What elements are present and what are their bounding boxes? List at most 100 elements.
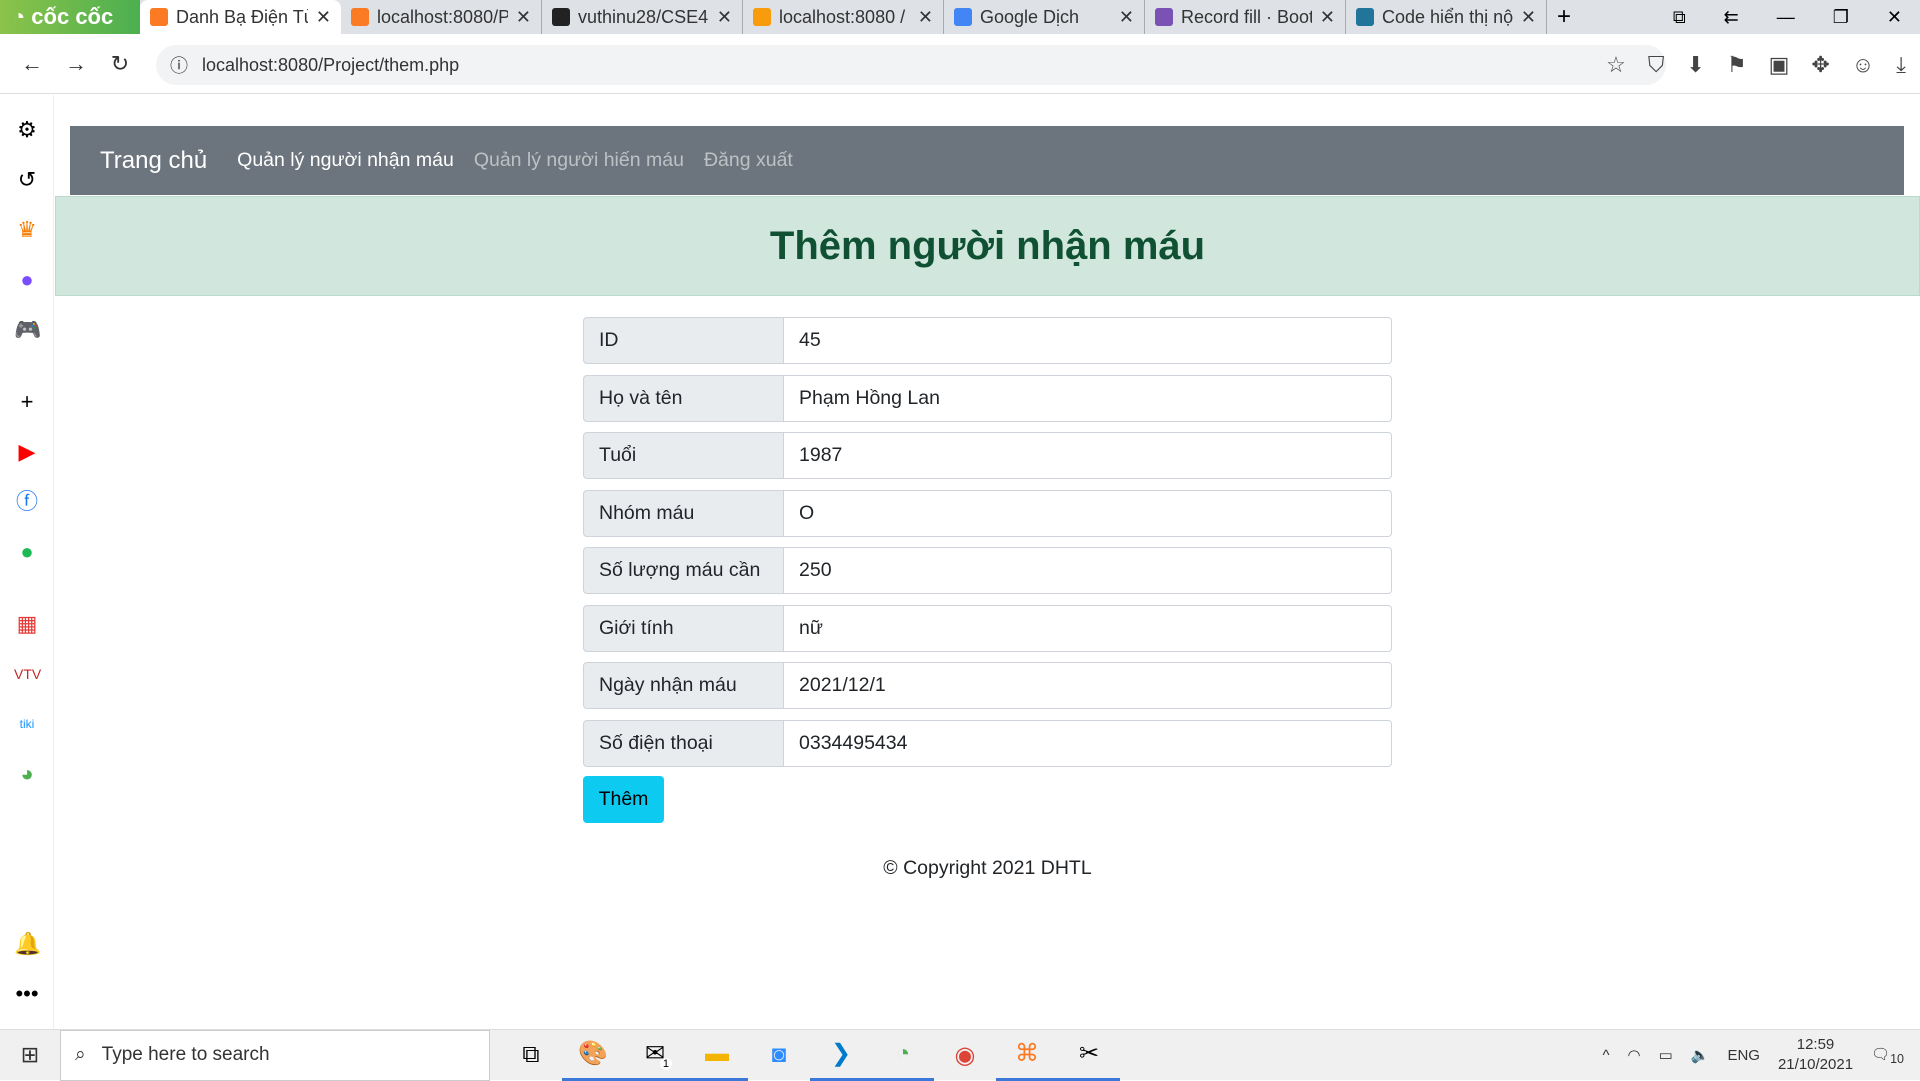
mail-app-icon[interactable]: ✉ 1 [624,1030,686,1081]
form-row: ID 45 [583,317,1392,364]
tab-title: Danh Bạ Điện Tử [176,6,308,27]
nav-link-logout[interactable]: Đăng xuất [704,149,793,172]
close-tab-icon[interactable]: ✕ [316,7,331,28]
taskbar-search[interactable]: ⌕ Type here to search [60,1029,490,1081]
browser-tab[interactable]: Danh Bạ Điện Tử ✕ [140,0,341,34]
browser-tab[interactable]: Code hiển thị nộ ✕ [1346,0,1547,34]
file-explorer-icon[interactable]: ▬ [686,1030,748,1081]
vtv-icon[interactable]: VTV [14,661,41,687]
notifications-bell-icon[interactable]: 🔔 [14,931,41,957]
coccoc-map-icon[interactable]: ◕ [14,761,40,787]
browser-tab[interactable]: vuthinu28/CSE48 ✕ [542,0,743,34]
field-label: Ngày nhận máu [583,662,784,709]
navbar-brand[interactable]: Trang chủ [100,147,207,175]
logo-text: cốc cốc [31,4,114,29]
settings-gear-icon[interactable]: ⚙ [14,117,40,143]
info-icon[interactable]: ⓘ [170,52,188,78]
browser-tab[interactable]: Google Dịch ✕ [944,0,1145,34]
close-tab-icon[interactable]: ✕ [717,7,732,28]
close-tab-icon[interactable]: ✕ [516,7,531,28]
show-hidden-icons[interactable]: ^ [1602,1047,1609,1064]
field-input[interactable]: Phạm Hồng Lan [784,374,1392,422]
crown-icon[interactable]: ♛ [14,217,40,243]
form-row: Ngày nhận máu 2021/12/1 [583,662,1392,709]
submit-button[interactable]: Thêm [583,776,664,823]
field-input[interactable]: 250 [784,547,1392,594]
reload-button[interactable]: ↻ [98,51,142,77]
bookmark-star-icon[interactable]: ☆ [1606,52,1626,78]
game-controller-icon[interactable]: 🎮 [14,317,41,343]
more-icon[interactable]: ••• [14,981,40,1007]
history-icon[interactable]: ↺ [14,167,40,193]
shopee-icon[interactable]: ▦ [14,611,40,637]
vscode-icon[interactable]: ❯ [810,1030,872,1081]
download-video-icon[interactable]: ⬇ [1686,52,1704,78]
youtube-icon[interactable]: ▶ [14,439,40,465]
close-window-button[interactable]: ✕ [1887,7,1902,28]
maximize-button[interactable]: ❐ [1833,7,1849,28]
field-input[interactable]: 1987 [784,432,1392,479]
field-label: Tuổi [583,432,784,479]
close-tab-icon[interactable]: ✕ [1119,7,1134,28]
tab-title: Code hiển thị nộ [1382,6,1513,27]
wifi-icon[interactable]: ◠ [1627,1046,1640,1064]
back-tabs-icon[interactable]: ⇇ [1724,7,1739,28]
url-input[interactable]: ⓘ localhost:8080/Project/them.php [156,45,1666,85]
nav-link-recipients[interactable]: Quản lý người nhận máu [237,149,454,172]
tab-title: Record fill · Boot [1181,6,1312,27]
action-center-icon[interactable]: 🗨10 [1871,1045,1904,1066]
tab-search-icon[interactable]: ⧉ [1673,7,1686,28]
nav-link-donors[interactable]: Quản lý người hiến máu [474,149,684,172]
coccoc-app-icon[interactable]: ◔ [872,1030,934,1081]
browser-tab[interactable]: localhost:8080 / ✕ [743,0,944,34]
battery-icon[interactable]: ▭ [1659,1046,1673,1064]
profile-avatar[interactable]: ☺ [1852,52,1874,78]
tiki-icon[interactable]: tiki [14,711,40,737]
shield-icon[interactable]: ⛉ [1648,52,1665,78]
field-label: Nhóm máu [583,489,784,537]
downloads-icon[interactable]: ⤓ [1896,52,1906,78]
clock[interactable]: 12:59 21/10/2021 [1778,1035,1853,1075]
extensions-puzzle-icon[interactable]: ✥ [1811,52,1829,78]
phpmyadmin-icon [753,8,771,26]
add-icon[interactable]: + [14,389,40,415]
messenger-icon[interactable]: ● [14,267,40,293]
windows-start-icon[interactable]: ⊞ [0,1042,60,1068]
extension-icon[interactable]: ▣ [1769,52,1790,78]
close-tab-icon[interactable]: ✕ [1521,7,1536,28]
language-indicator[interactable]: ENG [1727,1047,1760,1064]
minimize-button[interactable]: — [1777,7,1795,28]
page-title: Thêm người nhận máu [769,223,1206,268]
field-input[interactable]: 2021/12/1 [784,662,1392,709]
url-text: localhost:8080/Project/them.php [202,54,460,75]
back-button[interactable]: ← [10,51,54,77]
field-input[interactable]: O [784,489,1392,537]
time: 12:59 [1796,1036,1835,1053]
field-input[interactable]: nữ [784,604,1392,652]
field-input[interactable]: 0334495434 [784,719,1392,767]
chrome-icon[interactable]: ◉ [934,1030,996,1081]
new-tab-button[interactable]: + [1557,3,1571,31]
taskbar: ⊞ ⌕ Type here to search ⧉ 🎨 ✉ 1 ▬ ◙ ❯ ◔ ◉… [0,1029,1920,1081]
browser-tab[interactable]: localhost:8080/P ✕ [341,0,542,34]
xampp-icon [150,8,168,26]
browser-tab[interactable]: Record fill · Boot ✕ [1145,0,1346,34]
form-row: Giới tính nữ [583,604,1392,652]
close-tab-icon[interactable]: ✕ [918,7,933,28]
form-row: Tuổi 1987 [583,432,1392,479]
spotify-icon[interactable]: ● [14,539,40,565]
extension-icon[interactable]: ⚑ [1727,52,1747,78]
close-tab-icon[interactable]: ✕ [1320,7,1335,28]
xampp-icon[interactable]: ⌘ [996,1030,1058,1081]
volume-icon[interactable]: 🔈 [1691,1046,1710,1064]
paint-app-icon[interactable]: 🎨 [562,1030,624,1081]
browser-sidebar: ⚙ ↺ ♛ ● 🎮 + ▶ ⓕ ● ▦ VTV tiki ◕ 🔔 ••• [0,95,54,1029]
task-view-icon[interactable]: ⧉ [500,1030,562,1081]
coccoc-logo[interactable]: ◔ cốc cốc [0,0,140,34]
facebook-icon[interactable]: ⓕ [14,489,40,515]
date: 21/10/2021 [1777,1056,1854,1073]
forward-button[interactable]: → [54,51,98,77]
zoom-app-icon[interactable]: ◙ [748,1030,810,1081]
snipping-tool-icon[interactable]: ✂ [1058,1030,1120,1081]
field-input[interactable]: 45 [784,317,1392,364]
